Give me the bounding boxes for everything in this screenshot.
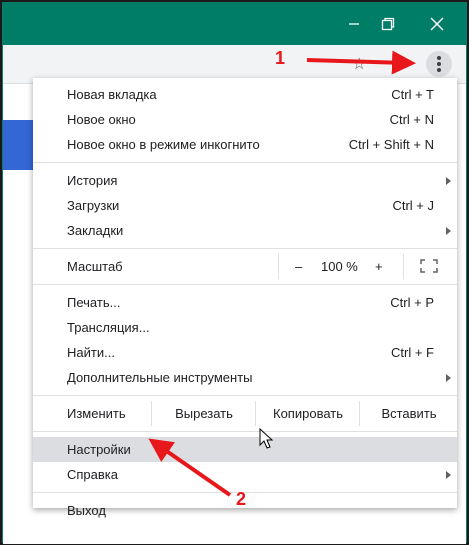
menu-item-label: Трансляция... — [67, 320, 150, 335]
menu-item-cast[interactable]: Трансляция... — [33, 315, 457, 340]
menu-item-shortcut: Ctrl + J — [392, 198, 434, 213]
menu-divider — [33, 431, 457, 432]
menu-item-bookmarks[interactable]: Закладки — [33, 218, 457, 243]
submenu-arrow-icon — [446, 177, 451, 185]
menu-item-settings[interactable]: Настройки — [33, 437, 457, 462]
menu-divider — [33, 284, 457, 285]
menu-item-label: Новое окно в режиме инкогнито — [67, 137, 260, 152]
menu-item-help[interactable]: Справка — [33, 462, 457, 487]
mouse-cursor-icon — [259, 428, 274, 449]
menu-item-label: Справка — [67, 467, 118, 482]
menu-item-label: Новое окно — [67, 112, 136, 127]
menu-divider — [33, 162, 457, 163]
title-bar — [3, 3, 466, 45]
menu-item-label: Загрузки — [67, 198, 120, 213]
menu-item-label: Закладки — [67, 223, 124, 238]
menu-item-label: Найти... — [67, 345, 115, 360]
menu-item-downloads[interactable]: Загрузки Ctrl + J — [33, 193, 457, 218]
cut-button[interactable]: Вырезать — [151, 401, 256, 426]
dot-icon — [437, 62, 441, 66]
fullscreen-icon — [420, 259, 438, 273]
submenu-arrow-icon — [446, 374, 451, 382]
submenu-arrow-icon — [446, 227, 451, 235]
menu-item-shortcut: Ctrl + Shift + N — [348, 137, 434, 152]
edit-label: Изменить — [67, 406, 126, 421]
menu-divider — [33, 395, 457, 396]
menu-item-label: Настройки — [67, 442, 131, 457]
menu-item-shortcut: Ctrl + N — [389, 112, 434, 127]
zoom-level: 100 % — [321, 259, 358, 274]
zoom-label: Масштаб — [67, 259, 123, 274]
submenu-arrow-icon — [446, 471, 451, 479]
menu-item-label: Новая вкладка — [67, 87, 157, 102]
menu-item-label: Дополнительные инструменты — [67, 370, 253, 385]
zoom-row: Масштаб – 100 % + — [33, 254, 457, 279]
zoom-in-button[interactable]: + — [375, 254, 383, 279]
dot-icon — [437, 56, 441, 60]
edit-row: Изменить Вырезать Копировать Вставить — [33, 401, 457, 426]
copy-button[interactable]: Копировать — [255, 401, 360, 426]
minimize-icon — [349, 23, 359, 25]
menu-item-incognito[interactable]: Новое окно в режиме инкогнито Ctrl + Shi… — [33, 132, 457, 157]
close-window-button[interactable] — [422, 11, 452, 37]
menu-item-new-window[interactable]: Новое окно Ctrl + N — [33, 107, 457, 132]
menu-item-shortcut: Ctrl + P — [390, 295, 434, 310]
restore-icon — [381, 17, 395, 31]
zoom-out-button[interactable]: – — [295, 254, 302, 279]
menu-item-new-tab[interactable]: Новая вкладка Ctrl + T — [33, 82, 457, 107]
star-icon[interactable]: ☆ — [352, 54, 366, 74]
page-blue-strip — [3, 120, 33, 170]
minimize-button[interactable] — [339, 11, 369, 37]
menu-item-print[interactable]: Печать... Ctrl + P — [33, 290, 457, 315]
menu-item-more-tools[interactable]: Дополнительные инструменты — [33, 365, 457, 390]
fullscreen-button[interactable] — [403, 254, 458, 279]
menu-item-label: История — [67, 173, 118, 188]
menu-item-find[interactable]: Найти... Ctrl + F — [33, 340, 457, 365]
dot-icon — [437, 68, 441, 72]
menu-item-shortcut: Ctrl + F — [391, 345, 434, 360]
menu-item-label: Печать... — [67, 295, 121, 310]
menu-divider — [33, 492, 457, 493]
menu-divider — [33, 248, 457, 249]
zoom-controls: – 100 % + — [278, 254, 399, 279]
menu-item-shortcut: Ctrl + T — [391, 87, 434, 102]
close-icon — [430, 17, 444, 31]
menu-item-history[interactable]: История — [33, 168, 457, 193]
kebab-menu-button[interactable] — [426, 51, 452, 77]
menu-item-exit[interactable]: Выход — [33, 498, 457, 523]
restore-button[interactable] — [373, 11, 403, 37]
chrome-main-menu: Новая вкладка Ctrl + T Новое окно Ctrl +… — [33, 78, 457, 518]
menu-item-label: Выход — [67, 503, 106, 518]
paste-button[interactable]: Вставить — [359, 401, 458, 426]
